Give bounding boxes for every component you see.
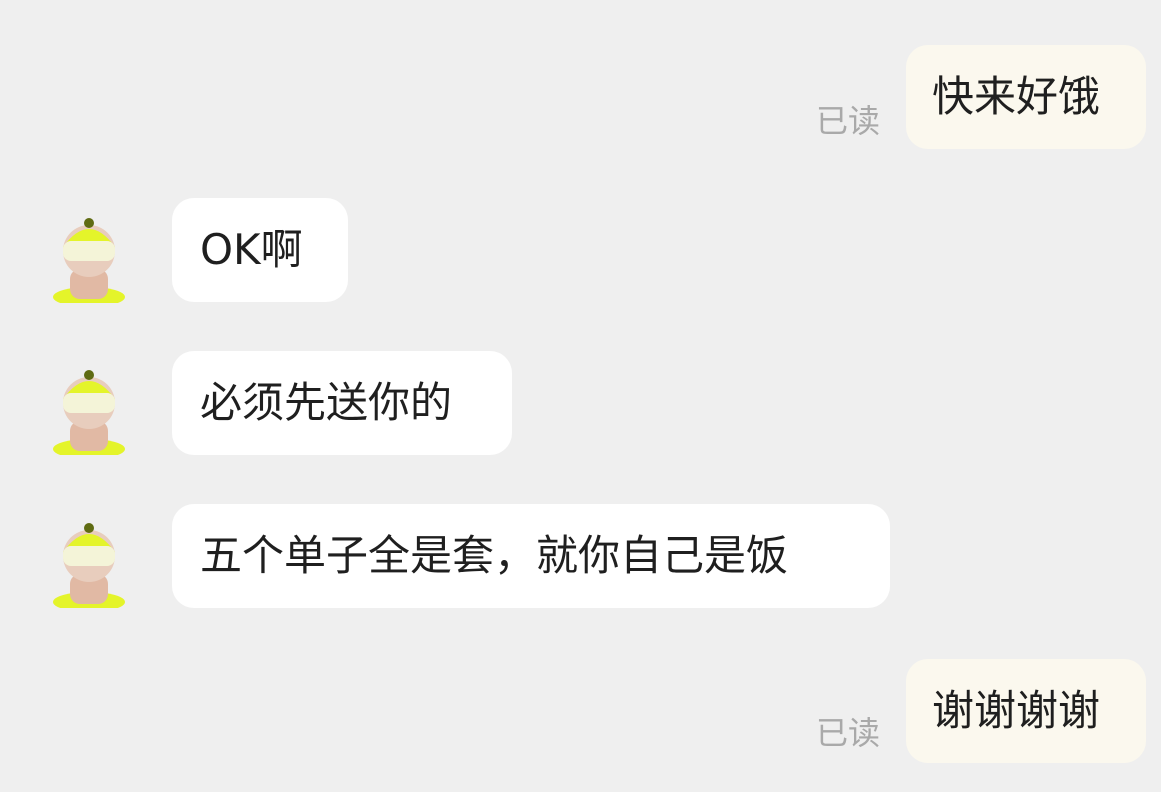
outgoing-message-bubble[interactable]: 快来好饿 <box>906 45 1146 149</box>
incoming-message-bubble[interactable]: OK啊 <box>172 198 348 302</box>
read-receipt: 已读 <box>816 102 881 140</box>
message-text: 五个单子全是套，就你自己是饭 <box>200 531 789 580</box>
outgoing-message-bubble[interactable]: 谢谢谢谢 <box>906 659 1146 763</box>
user-avatar-icon[interactable] <box>50 213 128 307</box>
message-text: 谢谢谢谢 <box>932 686 1101 735</box>
user-avatar-icon[interactable] <box>50 365 128 459</box>
incoming-message-bubble[interactable]: 必须先送你的 <box>172 351 512 455</box>
incoming-message-bubble[interactable]: 五个单子全是套，就你自己是饭 <box>172 504 890 608</box>
chat-thread: 已读 快来好饿 OK啊 必须先送你的 五个单子全是套，就你自己是饭 已读 谢谢谢… <box>0 0 1161 792</box>
message-text: 快来好饿 <box>932 72 1101 121</box>
message-text: OK啊 <box>200 225 303 274</box>
message-text: 必须先送你的 <box>200 378 453 427</box>
user-avatar-icon[interactable] <box>50 518 128 612</box>
read-receipt: 已读 <box>816 714 881 752</box>
